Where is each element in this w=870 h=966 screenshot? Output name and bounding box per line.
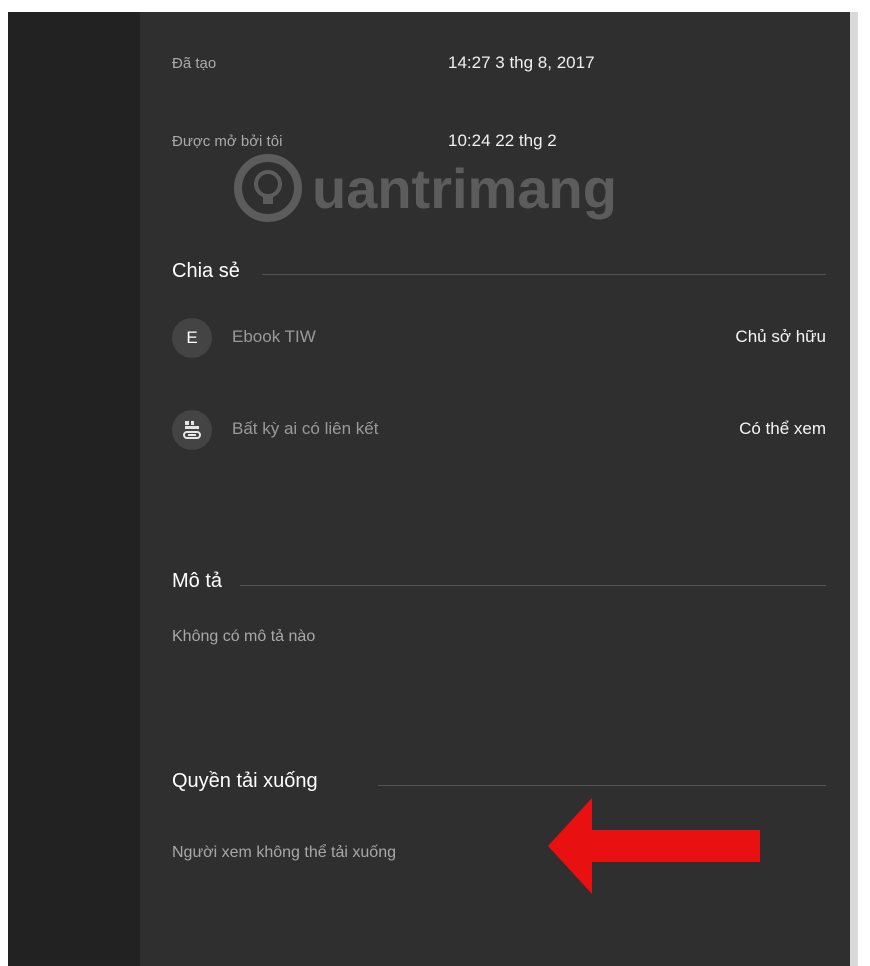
download-divider (378, 785, 826, 786)
watermark-logo: uantrimang (234, 154, 617, 222)
download-title: Quyền tải xuống (172, 770, 318, 792)
scrollbar[interactable] (850, 12, 858, 966)
share-role: Chủ sở hữu (735, 327, 826, 346)
share-role: Có thể xem (739, 419, 826, 438)
red-arrow-annotation (548, 798, 768, 894)
description-text: Không có mô tả nào (172, 628, 316, 645)
opened-value: 10:24 22 thg 2 (448, 131, 557, 150)
sharing-divider (262, 274, 826, 275)
description-divider (240, 585, 826, 586)
created-value: 14:27 3 thg 8, 2017 (448, 53, 595, 72)
description-title: Mô tả (172, 570, 223, 592)
quantrimang-watermark: uantrimang (228, 148, 708, 228)
share-row-owner[interactable]: E Ebook TIW Chủ sở hữu (172, 318, 826, 358)
download-text: Người xem không thể tải xuống (172, 844, 396, 861)
opened-label: Được mở bởi tôi (172, 133, 283, 150)
left-rail (8, 12, 140, 966)
watermark-text: uantrimang (312, 157, 617, 220)
sharing-title: Chia sẻ (172, 260, 240, 282)
created-label: Đã tạo (172, 55, 217, 72)
avatar: E (172, 318, 212, 358)
share-row-link[interactable]: Bất kỳ ai có liên kết Có thể xem (172, 410, 826, 450)
lightbulb-icon (254, 170, 282, 198)
arrow-left-icon (548, 798, 760, 894)
share-name: Ebook TIW (232, 327, 316, 346)
share-name: Bất kỳ ai có liên kết (232, 419, 379, 438)
link-people-icon (172, 410, 212, 450)
